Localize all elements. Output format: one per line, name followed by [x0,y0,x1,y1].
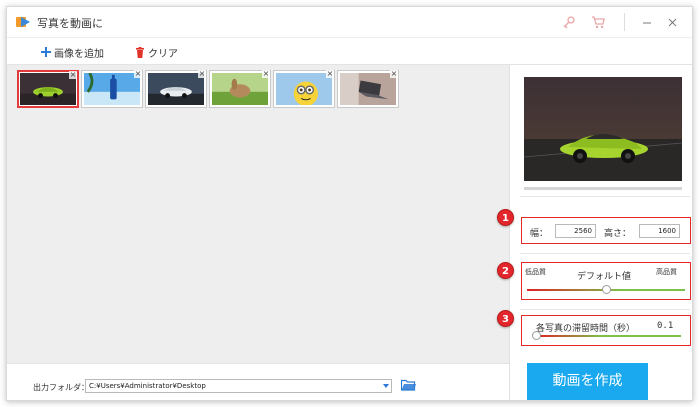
trash-icon [136,46,144,58]
preview-image [524,77,682,181]
thumbnail-green-sports-car[interactable]: × [17,70,79,108]
add-image-label: 画像を追加 [54,48,104,60]
app-logo-icon [16,17,30,27]
step-badge-3: 3 [497,310,514,327]
remove-thumbnail-icon[interactable]: × [134,70,142,78]
key-icon[interactable] [562,15,576,29]
divider [520,196,690,197]
remove-thumbnail-icon[interactable]: × [326,70,334,78]
clear-label: クリア [148,48,178,60]
width-input[interactable]: 2560 [555,224,596,238]
minion-image [276,73,332,105]
duration-slider-thumb[interactable] [531,331,541,340]
step-badge-2: 2 [497,262,514,279]
quality-slider-thumb[interactable] [601,285,611,294]
rabbit-image [212,73,268,105]
title-separator [624,13,625,31]
step-badge-1: 1 [497,209,514,226]
remove-thumbnail-icon[interactable]: × [262,70,270,78]
divider [520,309,690,310]
thumbnail-rabbit[interactable]: × [209,70,271,108]
cart-icon[interactable] [591,15,605,29]
title-bar: 写真を動画に [7,7,692,37]
open-folder-icon[interactable] [401,379,416,391]
clear-button[interactable]: クリア [135,43,178,61]
close-button[interactable] [663,12,683,32]
duration-value: 0.1 [657,321,674,331]
dropdown-arrow-icon[interactable] [383,384,389,388]
remove-thumbnail-icon[interactable]: × [69,71,77,79]
output-folder-path: C:¥Users¥Administrator¥Desktop [89,382,206,390]
preview-progress-bar[interactable] [524,187,682,190]
remove-thumbnail-icon[interactable]: × [198,70,206,78]
quality-group: 低品質 デフォルト値 高品質 [521,262,691,300]
bottle-beach-image [84,73,140,105]
low-quality-label: 低品質 [525,268,546,276]
divider [520,253,690,254]
settings-panel: 幅： 2560 高さ： 1600 低品質 デフォルト値 高品質 各写真の滞留時間… [509,65,692,400]
duration-slider-track[interactable] [536,335,681,337]
create-video-button[interactable]: 動画を作成 [527,363,648,400]
thumbnail-laptop[interactable]: × [337,70,399,108]
close-icon [668,18,677,27]
duration-label: 各写真の滞留時間（秒） [536,324,636,334]
thumbnail-minion[interactable]: × [273,70,335,108]
window-title: 写真を動画に [37,17,103,30]
app-window: 写真を動画に 画像を追加 クリア × × × × × × 幅： 2560 高さ：… [6,6,693,401]
image-list-area: × × × × × × [7,65,509,363]
toolbar: 画像を追加 クリア [7,37,692,65]
thumbnail-white-car[interactable]: × [145,70,207,108]
high-quality-label: 高品質 [656,268,677,276]
remove-thumbnail-icon[interactable]: × [390,70,398,78]
thumbnail-blue-bottle[interactable]: × [81,70,143,108]
white-car-image [148,73,204,105]
width-label: 幅： [530,229,549,239]
height-input[interactable]: 1600 [639,224,680,238]
sports-car-image [20,73,76,105]
add-image-button[interactable]: 画像を追加 [41,43,104,61]
minimize-icon [643,22,651,24]
laptop-image [340,73,396,105]
output-folder-label: 出力フォルダ： [33,383,89,392]
height-label: 高さ： [604,229,632,239]
output-size-group: 幅： 2560 高さ： 1600 [521,217,691,244]
duration-group: 各写真の滞留時間（秒） 0.1 [521,315,691,346]
output-bar: 出力フォルダ： C:¥Users¥Administrator¥Desktop [7,363,509,400]
plus-icon [41,47,51,57]
output-folder-select[interactable]: C:¥Users¥Administrator¥Desktop [85,379,392,393]
preview-car-image [524,77,682,181]
minimize-button[interactable] [637,12,657,32]
default-quality-label: デフォルト値 [577,272,632,282]
